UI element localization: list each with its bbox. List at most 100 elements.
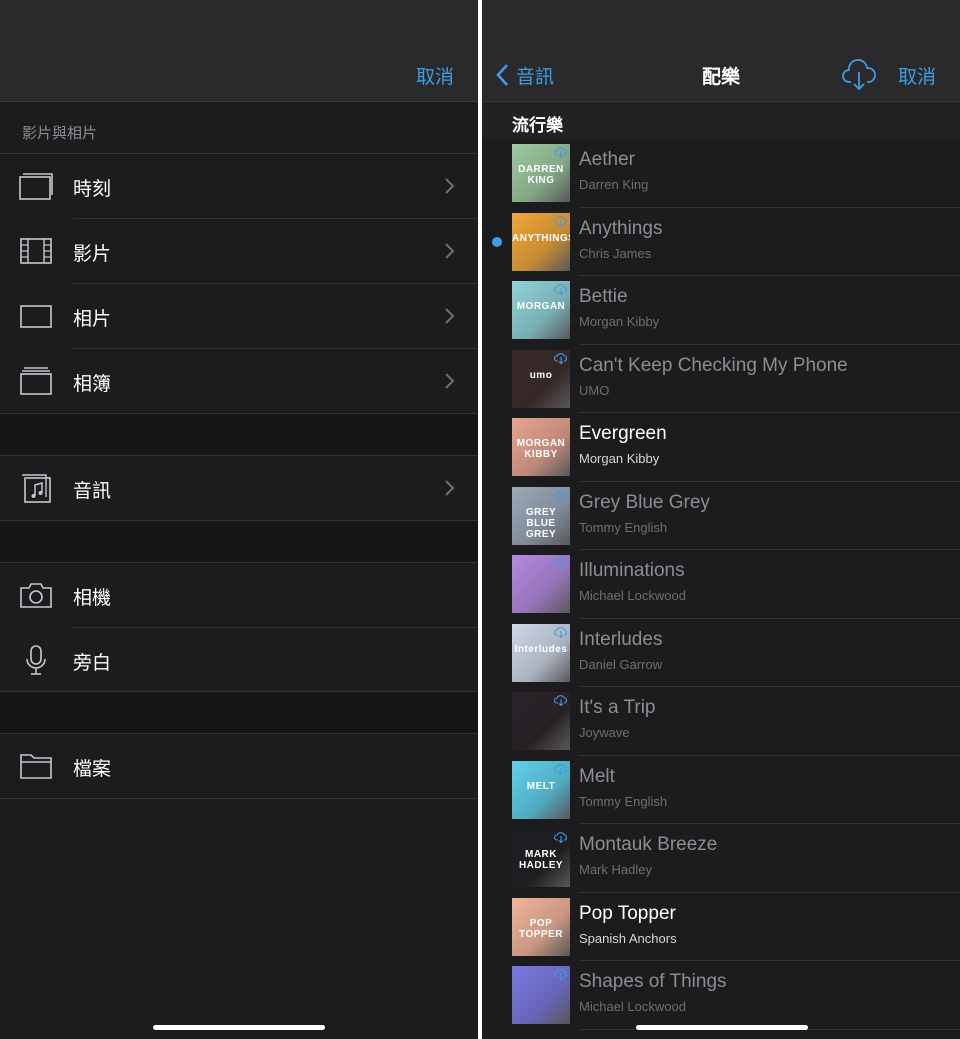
album-art-text: MORGAN KIBBY [516,438,566,460]
microphone-icon [18,642,54,678]
menu-item-albums[interactable]: 相簿 [0,349,478,414]
menu-item-video[interactable]: 影片 [0,219,478,284]
menu-item-label: 相片 [73,309,112,330]
soundtrack-panel: 音訊 配樂 取消 流行樂 DARREN KING Aether Darren Kin… [482,0,960,1039]
cloud-download-icon [554,352,567,364]
cloud-download-icon [842,59,876,91]
right-navbar: 音訊 配樂 取消 [482,0,960,102]
track-artist: UMO [579,382,610,398]
menu-item-label: 相機 [73,588,112,609]
menu-item-camera[interactable]: 相機 [0,563,478,628]
track-row[interactable]: MORGAN KIBBY Evergreen Morgan Kibby [482,413,960,482]
chevron-right-icon [444,241,456,261]
cloud-download-icon [554,626,567,638]
album-art: Interludes [512,623,570,682]
album-art [512,555,570,613]
album-art: MARK HADLEY [512,829,570,887]
menu-item-label: 檔案 [73,759,112,780]
film-icon [18,233,54,269]
track-row[interactable]: Shapes of Things Michael Lockwood [482,961,960,1030]
album-art [512,966,570,1024]
chevron-right-icon [444,478,456,498]
section-label-video-photos: 影片與相片 [0,102,478,153]
cloud-download-icon [554,147,567,158]
track-row[interactable]: Interludes Interludes Daniel Garrow [482,619,960,687]
track-title: Interludes [579,628,663,650]
genre-header: 流行樂 [482,102,960,139]
menu-item-audio[interactable]: 音訊 [0,456,478,521]
cloud-download-icon [554,695,567,706]
menu-item-moments[interactable]: 時刻 [0,154,478,219]
track-title: Bettie [579,286,628,307]
track-title: Illuminations [579,560,685,581]
track-row[interactable]: DARREN KING Aether Darren King [482,139,960,208]
cloud-download-icon [554,489,567,501]
cloud-download-icon [554,215,567,227]
track-title: It's a Trip [579,697,656,718]
album-art-text: DARREN KING [518,164,564,186]
album-art: MORGAN [512,281,570,339]
chevron-right-icon [444,306,456,326]
cloud-download-icon [554,284,567,295]
album-art-text: umo [529,369,553,381]
menu-item-voiceover[interactable]: 旁白 [0,628,478,693]
track-artist: Michael Lockwood [579,588,686,603]
track-row[interactable]: GREY BLUE GREY Grey Blue Grey Tommy Englis… [482,482,960,550]
album-art-text: GREY BLUE GREY [525,506,557,540]
track-row[interactable]: umo Can't Keep Checking My Phone UMO [482,345,960,413]
album-art-text: ANYTHINGS [512,232,570,244]
menu-item-label: 時刻 [73,179,112,200]
media-picker-panel: 取消 影片與相片 時刻 影片 相片 相簿 音訊 相機 旁白 檔案 [0,0,478,1039]
track-row[interactable]: MELT Melt Tommy English [482,756,960,824]
album-art: ANYTHINGS [512,212,570,271]
selected-dot-icon [492,236,502,247]
track-row[interactable]: POP TOPPER Pop Topper Spanish Anchors [482,893,960,961]
track-row[interactable]: ANYTHINGS Anythings Chris James [482,208,960,276]
track-title: Montauk Breeze [579,834,718,855]
album-art [512,692,570,750]
menu-item-label: 影片 [73,244,112,265]
album-art-text: Interludes [514,643,568,655]
track-title: Can't Keep Checking My Phone [579,354,848,376]
track-row[interactable]: MORGAN Bettie Morgan Kibby [482,276,960,345]
chevron-right-icon [444,371,456,391]
album-art: MORGAN KIBBY [512,418,570,476]
track-row[interactable]: It's a Trip Joywave [482,687,960,756]
track-row[interactable]: Illuminations Michael Lockwood [482,550,960,619]
cloud-download-icon [554,832,567,843]
menu-item-photos[interactable]: 相片 [0,284,478,349]
left-cancel-button[interactable]: 取消 [416,62,454,89]
track-artist: Spanish Anchors [579,930,677,946]
track-artist: Mark Hadley [579,862,652,877]
photo-icon [18,298,54,334]
track-artist: Daniel Garrow [579,656,663,672]
moments-icon [18,168,54,204]
track-artist: Tommy English [579,793,668,809]
track-title: Melt [579,765,615,787]
left-navbar: 取消 [0,0,478,102]
folder-icon [18,748,54,784]
menu-item-label: 相簿 [73,374,112,395]
album-art: umo [512,349,570,408]
home-indicator [636,1025,808,1030]
track-artist: Morgan Kibby [579,314,660,329]
cloud-download-icon [554,969,567,980]
album-art: DARREN KING [512,144,570,202]
album-art-text: POP TOPPER [519,917,563,940]
camera-icon [18,577,54,613]
album-art: MELT [512,760,570,819]
album-art: POP TOPPER [512,897,570,956]
album-art-text: MARK HADLEY [518,849,564,871]
page-title: 配樂 [701,67,740,88]
right-cancel-button[interactable]: 取消 [898,62,936,89]
menu-item-label: 音訊 [73,481,112,502]
track-row[interactable]: MARK HADLEY Montauk Breeze Mark Hadley [482,824,960,893]
home-indicator [153,1025,325,1030]
cloud-download-icon [554,763,567,775]
track-artist: Chris James [579,245,652,261]
track-title: Shapes of Things [579,971,727,992]
track-title: Evergreen [579,423,667,444]
menu-item-files[interactable]: 檔案 [0,734,478,799]
download-all-button[interactable] [842,58,876,92]
cloud-download-icon [554,558,567,569]
